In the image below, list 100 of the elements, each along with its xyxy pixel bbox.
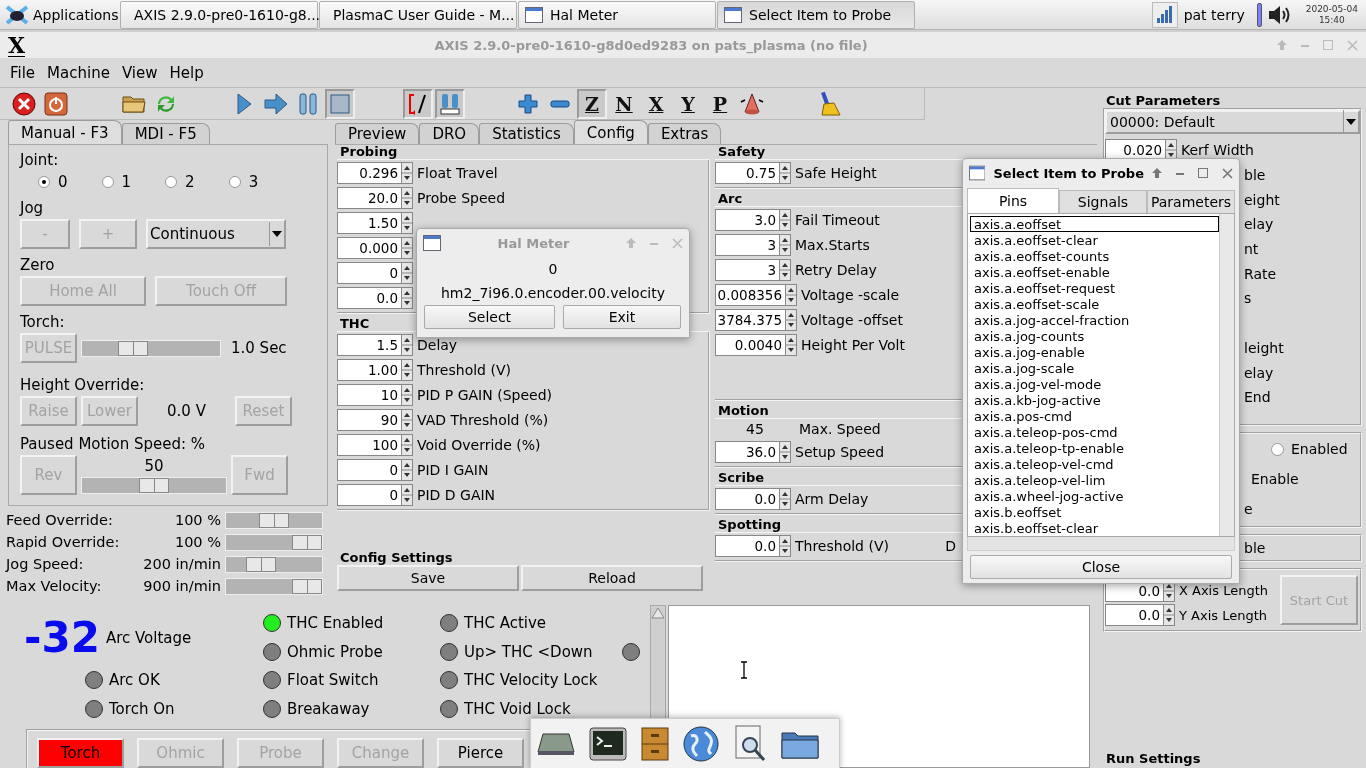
terminal-icon[interactable]: [589, 727, 627, 761]
scrollbar[interactable]: [1219, 214, 1234, 536]
spin-arrows-icon[interactable]: [401, 408, 413, 431]
slider[interactable]: [225, 555, 323, 573]
spin-arrows-icon[interactable]: [779, 258, 791, 281]
slider[interactable]: [81, 476, 227, 494]
tab[interactable]: Extras: [647, 123, 722, 144]
spin-arrows-icon[interactable]: [401, 458, 413, 481]
list-item[interactable]: axis.b.eoffset-clear: [970, 520, 1219, 536]
spin-arrows-icon[interactable]: [401, 333, 413, 356]
spin-arrows-icon[interactable]: [401, 358, 413, 381]
spin-arrows-icon[interactable]: [1163, 604, 1175, 627]
spin-arrows-icon[interactable]: [401, 186, 413, 209]
spin-arrows-icon[interactable]: [401, 261, 413, 284]
dialog-button[interactable]: Exit: [563, 305, 681, 329]
radio-button[interactable]: [1271, 442, 1284, 456]
number-field[interactable]: 3: [715, 258, 779, 281]
list-item[interactable]: axis.a.kb-jog-active: [970, 392, 1219, 408]
slider[interactable]: [81, 339, 221, 357]
number-field[interactable]: 0.0040: [715, 333, 785, 356]
scroll-up-icon[interactable]: [651, 606, 665, 620]
list-item[interactable]: axis.a.eoffset-enable: [970, 264, 1219, 280]
slider-thumb[interactable]: [292, 578, 322, 594]
maximize-icon[interactable]: [1198, 168, 1208, 178]
slider-thumb[interactable]: [139, 477, 169, 493]
number-field[interactable]: 0.0: [1105, 604, 1163, 627]
spin-arrows-icon[interactable]: [401, 161, 413, 184]
spin-arrows-icon[interactable]: [401, 236, 413, 259]
scrollbar[interactable]: [967, 537, 1235, 551]
radio-button[interactable]: [38, 176, 50, 188]
control-button[interactable]: Torch: [37, 738, 124, 768]
list-item[interactable]: axis.a.wheel-jog-active: [970, 488, 1219, 504]
list-item[interactable]: axis.a.eoffset-clear: [970, 232, 1219, 248]
settings-button[interactable]: Reload: [521, 565, 703, 591]
number-field[interactable]: 0.296: [337, 161, 401, 184]
spin-arrows-icon[interactable]: [401, 383, 413, 406]
toolbar-button[interactable]: [403, 88, 433, 119]
tab[interactable]: Statistics: [479, 123, 574, 144]
number-field[interactable]: 3784.375: [715, 308, 785, 331]
list-item[interactable]: axis.a.teleop-vel-cmd: [970, 456, 1219, 472]
radio-button[interactable]: [101, 176, 114, 188]
list-item[interactable]: axis.a.jog-vel-mode: [970, 376, 1219, 392]
list-item[interactable]: axis.a.jog-accel-fraction: [970, 312, 1219, 328]
menu-item[interactable]: Help: [169, 63, 204, 82]
list-item[interactable]: axis.a.jog-counts: [970, 328, 1219, 344]
list-item[interactable]: axis.a.pos-cmd: [970, 408, 1219, 424]
list-item[interactable]: axis.a.eoffset: [970, 216, 1219, 232]
close-button[interactable]: Close: [970, 555, 1232, 579]
number-field[interactable]: 0.0: [337, 286, 401, 309]
menu-item[interactable]: View: [121, 63, 158, 82]
close-icon[interactable]: [1222, 167, 1233, 179]
spin-arrows-icon[interactable]: [779, 487, 791, 510]
spin-arrows-icon[interactable]: [779, 534, 791, 557]
number-field[interactable]: 0.0: [715, 487, 779, 510]
control-button[interactable]: Pierce: [437, 738, 524, 768]
list-item[interactable]: axis.a.jog-scale: [970, 360, 1219, 376]
task-button[interactable]: PlasmaC User Guide - M...: [319, 0, 517, 29]
tab[interactable]: Config: [573, 120, 648, 144]
tab[interactable]: Parameters: [1147, 190, 1235, 213]
folder-icon[interactable]: [781, 729, 819, 759]
menu-item[interactable]: File: [10, 63, 36, 82]
task-button[interactable]: Select Item to Probe: [717, 0, 915, 29]
arrow-up-icon[interactable]: [1152, 168, 1162, 178]
tab[interactable]: Signals: [1059, 190, 1147, 213]
globe-icon[interactable]: [683, 726, 719, 762]
radio-button[interactable]: [165, 176, 178, 188]
spin-arrows-icon[interactable]: [401, 286, 413, 309]
spin-arrows-icon[interactable]: [401, 483, 413, 506]
number-field[interactable]: 1.50: [337, 211, 401, 234]
applications-menu[interactable]: Applications: [0, 3, 120, 26]
view-button[interactable]: Y: [673, 88, 703, 119]
tab[interactable]: Manual - F3: [8, 120, 122, 144]
tab[interactable]: MDI - F5: [121, 123, 210, 144]
dialog-button[interactable]: Select: [424, 305, 555, 329]
slider[interactable]: [225, 533, 323, 551]
spin-arrows-icon[interactable]: [785, 333, 797, 356]
list-item[interactable]: axis.a.teleop-vel-lim: [970, 472, 1219, 488]
tab[interactable]: Pins: [967, 188, 1059, 213]
jog-mode-dropdown[interactable]: Continuous: [146, 219, 286, 249]
spin-arrows-icon[interactable]: [779, 208, 791, 231]
tab[interactable]: DRO: [419, 123, 480, 144]
network-icon[interactable]: [1151, 1, 1178, 28]
list-item[interactable]: axis.a.eoffset-scale: [970, 296, 1219, 312]
list-item[interactable]: axis.b.eoffset: [970, 504, 1219, 520]
number-field[interactable]: 0: [337, 261, 401, 284]
spin-arrows-icon[interactable]: [401, 211, 413, 234]
view-button[interactable]: P: [705, 88, 735, 119]
number-field[interactable]: 100: [337, 433, 401, 456]
slider-thumb[interactable]: [259, 512, 289, 528]
spin-arrows-icon[interactable]: [779, 233, 791, 256]
number-field[interactable]: 0.75: [715, 161, 779, 184]
list-item[interactable]: axis.a.eoffset-request: [970, 280, 1219, 296]
list-item[interactable]: axis.a.teleop-pos-cmd: [970, 424, 1219, 440]
slider-thumb[interactable]: [246, 556, 277, 572]
view-button[interactable]: Z: [577, 88, 607, 119]
number-field[interactable]: 0.008356: [715, 283, 785, 306]
number-field[interactable]: 10: [337, 383, 401, 406]
tab[interactable]: Preview: [335, 123, 420, 144]
slider-thumb[interactable]: [292, 534, 322, 550]
spin-arrows-icon[interactable]: [779, 440, 791, 463]
